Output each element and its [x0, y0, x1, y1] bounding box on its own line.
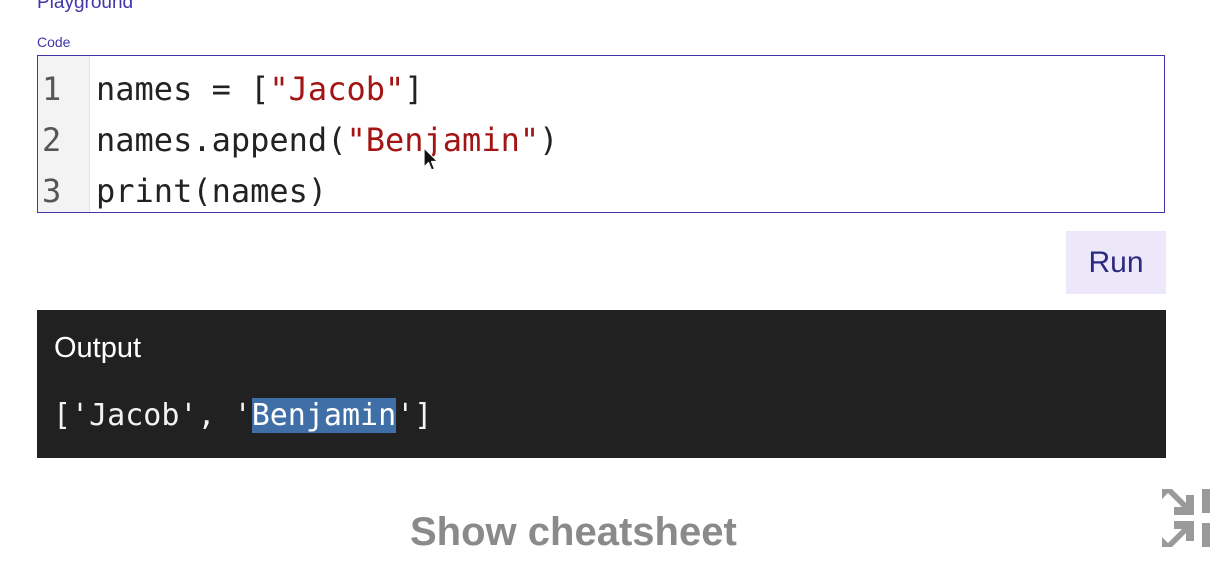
output-panel: Output ['Jacob', 'Benjamin'] — [37, 310, 1166, 458]
output-suffix: '] — [396, 398, 433, 433]
code-string: "Benjamin" — [346, 121, 540, 159]
line-number: 1 — [42, 70, 62, 108]
output-title: Output — [54, 332, 142, 364]
output-selected-text: Benjamin — [251, 398, 397, 433]
output-text[interactable]: ['Jacob', 'Benjamin'] — [53, 394, 432, 438]
run-button[interactable]: Run — [1066, 231, 1166, 294]
code-token: ] — [404, 70, 424, 108]
line-number: 2 — [42, 121, 62, 159]
line-number: 3 — [42, 172, 62, 210]
code-text-area[interactable]: names = ["Jacob"] names.append("Benjamin… — [90, 56, 1164, 212]
code-line[interactable]: names = ["Jacob"] — [96, 66, 1164, 117]
code-line[interactable]: print(names) — [96, 168, 1164, 219]
code-label: Code — [37, 34, 71, 50]
playground-title: Playground — [37, 0, 134, 13]
code-token: print(names) — [96, 172, 328, 210]
show-cheatsheet-button[interactable]: Show cheatsheet — [410, 503, 800, 561]
code-string: "Jacob" — [269, 70, 405, 108]
collapse-arrows-icon[interactable] — [1158, 483, 1210, 553]
code-token: names = [ — [96, 70, 270, 108]
code-token: names.append( — [96, 121, 347, 159]
code-editor[interactable]: 1 2 3 names = ["Jacob"] names.append("Be… — [37, 55, 1165, 213]
output-prefix: ['Jacob', ' — [53, 398, 252, 433]
mouse-pointer-icon — [423, 147, 439, 171]
line-number-gutter: 1 2 3 — [38, 56, 90, 212]
code-line[interactable]: names.append("Benjamin") — [96, 117, 1164, 168]
code-token: ) — [539, 121, 559, 159]
playground-page: Playground Code 1 2 3 names = ["Jacob"] … — [0, 0, 1210, 563]
